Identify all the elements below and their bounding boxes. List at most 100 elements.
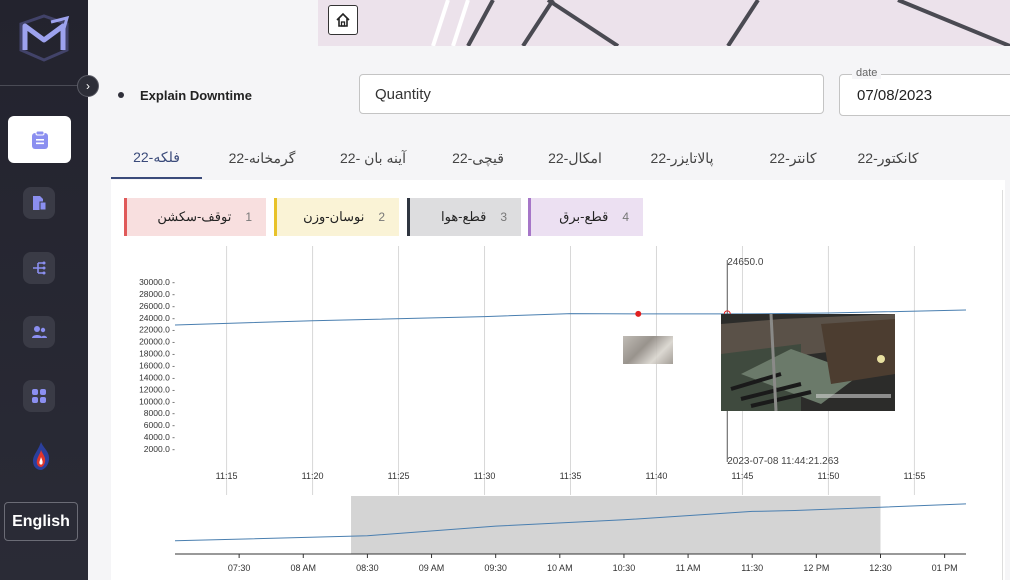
legend-chip-4[interactable]: قطع-برق 4 — [528, 198, 643, 236]
y-tick-label: 30000.0 - — [139, 277, 175, 287]
x-tick-label: 11:30 — [474, 471, 496, 481]
home-button[interactable] — [328, 5, 358, 35]
nav-item-brand[interactable] — [30, 441, 52, 476]
overview-tick-label: 08 AM — [291, 563, 317, 573]
y-tick-label: 26000.0 - — [139, 301, 175, 311]
x-tick-label: 11:20 — [302, 471, 324, 481]
flame-icon — [33, 442, 50, 470]
overview-tick-label: 11 AM — [676, 563, 701, 573]
tab-label: پالاتایزر-22 — [650, 149, 714, 166]
tab-label: گرمخانه-22 — [228, 149, 296, 166]
date-field-label: date — [852, 67, 882, 79]
tab-label: کانتر-22 — [769, 149, 817, 166]
cursor-time-label: 2023-07-08 11:44:21.263 — [727, 456, 839, 467]
x-tick-label: 11:55 — [903, 471, 925, 481]
legend-chip-number: 1 — [245, 210, 252, 224]
tab-label: آینه بان -22 — [340, 149, 406, 166]
y-tick-label: 28000.0 - — [139, 289, 175, 299]
nav-item-reports[interactable] — [23, 187, 55, 219]
header-banner — [318, 0, 1010, 46]
tab-label: امکال-22 — [548, 149, 602, 166]
clipboard-icon — [31, 130, 48, 149]
legend-chip-label: توقف-سکشن — [157, 209, 232, 224]
banner-pattern — [318, 0, 1010, 46]
sidebar: › English — [0, 0, 99, 580]
side-panel-edge — [1002, 190, 1010, 580]
x-tick-label: 11:15 — [216, 471, 238, 481]
nav-item-flow[interactable] — [23, 252, 55, 284]
tab-palletizer[interactable]: پالاتایزر-22 — [629, 137, 735, 179]
tab-connector[interactable]: کانکتور-22 — [833, 137, 943, 179]
tab-emkal[interactable]: امکال-22 — [531, 137, 619, 179]
document-report-icon — [33, 196, 47, 211]
machine-tabs: فلکه-22 گرمخانه-22 آینه بان -22 قیچی-22 … — [111, 137, 1010, 179]
legend-chip-3[interactable]: قطع-هوا 3 — [407, 198, 521, 236]
brand-logo-icon — [19, 14, 70, 62]
overview-tick-label: 09:30 — [484, 563, 507, 573]
overview-tick-label: 10 AM — [547, 563, 573, 573]
nav-item-apps[interactable] — [23, 380, 55, 412]
overview-tick-label: 09 AM — [419, 563, 445, 573]
y-tick-label: 18000.0 - — [139, 349, 175, 359]
date-field-value: 07/08/2023 — [857, 87, 933, 104]
legend-chip-label: نوسان-وزن — [303, 209, 365, 224]
tab-ayneban[interactable]: آینه بان -22 — [320, 137, 426, 179]
y-tick-label: 24000.0 - — [139, 313, 175, 323]
overview-brush — [351, 496, 881, 554]
section-bullet — [118, 92, 124, 98]
tab-garmkhaneh[interactable]: گرمخانه-22 — [208, 137, 316, 179]
overview-tick-label: 08:30 — [356, 563, 379, 573]
y-tick-label: 2000.0 - — [144, 444, 175, 454]
tab-counter[interactable]: کانتر-22 — [743, 137, 843, 179]
camera-frame-image — [721, 314, 895, 411]
y-tick-label: 12000.0 - — [139, 384, 175, 394]
y-tick-label: 4000.0 - — [144, 432, 175, 442]
sidebar-divider — [0, 85, 78, 86]
quantity-input[interactable] — [359, 74, 824, 114]
overview-tick-label: 07:30 — [228, 563, 251, 573]
y-tick-label: 22000.0 - — [139, 325, 175, 335]
legend-chip-label: قطع-برق — [559, 209, 609, 224]
overview-tick-label: 12 PM — [803, 563, 829, 573]
nav-item-downtime[interactable] — [8, 116, 71, 163]
section-title: Explain Downtime — [140, 88, 252, 103]
highlight-point — [635, 310, 642, 317]
y-tick-label: 8000.0 - — [144, 408, 175, 418]
tab-label: کانکتور-22 — [857, 149, 919, 166]
nav-item-users[interactable] — [23, 316, 55, 348]
flow-branch-icon — [33, 261, 46, 275]
legend-chip-number: 2 — [378, 210, 385, 224]
overview-tick-label: 12:30 — [869, 563, 892, 573]
overview-tick-label: 11:30 — [741, 563, 763, 573]
legend-chip-number: 4 — [622, 210, 629, 224]
x-tick-label: 11:40 — [646, 471, 668, 481]
grid-apps-icon — [32, 389, 46, 403]
x-tick-label: 11:35 — [560, 471, 582, 481]
x-tick-label: 11:50 — [818, 471, 840, 481]
tab-label: قیچی-22 — [452, 149, 504, 166]
event-camera-preview[interactable] — [721, 314, 895, 411]
legend-chip-label: قطع-هوا — [441, 209, 487, 224]
y-tick-label: 6000.0 - — [144, 420, 175, 430]
legend-chip-number: 3 — [500, 210, 507, 224]
language-toggle-button[interactable]: English — [4, 502, 78, 541]
tab-label: فلکه-22 — [133, 148, 180, 165]
chevron-right-icon: › — [86, 79, 90, 93]
cursor-value-label: 24650.0 — [727, 257, 764, 268]
event-thumbnail-small[interactable] — [623, 336, 673, 364]
legend-chip-2[interactable]: نوسان-وزن 2 — [274, 198, 399, 236]
x-tick-label: 11:25 — [388, 471, 410, 481]
date-field[interactable]: date 07/08/2023 — [839, 67, 1010, 116]
overview-tick-label: 10:30 — [613, 563, 636, 573]
home-icon — [336, 12, 350, 27]
users-icon — [32, 326, 47, 338]
sidebar-collapse-button[interactable]: › — [77, 75, 99, 97]
overview-tick-label: 01 PM — [932, 563, 958, 573]
legend-chip-1[interactable]: توقف-سکشن 1 — [124, 198, 266, 236]
y-tick-label: 10000.0 - — [139, 396, 175, 406]
y-tick-label: 14000.0 - — [139, 372, 175, 382]
y-tick-label: 20000.0 - — [139, 337, 175, 347]
tab-falake[interactable]: فلکه-22 — [111, 137, 202, 179]
tab-gheychi[interactable]: قیچی-22 — [434, 137, 522, 179]
y-tick-label: 16000.0 - — [139, 361, 175, 371]
